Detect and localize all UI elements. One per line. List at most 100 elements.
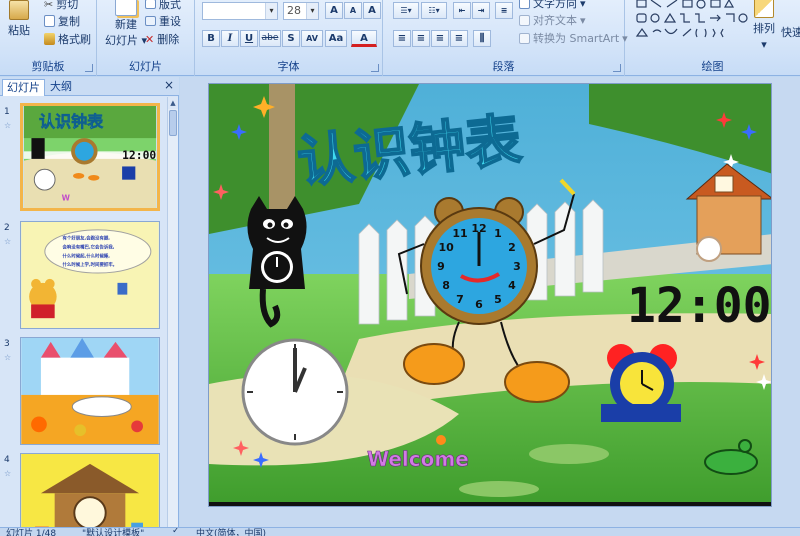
new-slide-icon — [115, 0, 138, 16]
underline-button[interactable]: U — [240, 30, 258, 47]
change-case-button[interactable]: Aa — [325, 30, 347, 47]
clock-number: 4 — [508, 279, 516, 292]
bullets-button[interactable]: ☰▾ — [393, 2, 419, 19]
status-slide-index: 幻灯片 1/48 — [6, 529, 57, 536]
animation-star-icon: ☆ — [4, 469, 12, 478]
thumb-1-title: 认识钟表 — [39, 112, 104, 131]
paragraph-group: ☰▾ ☷▾ ⇤ ⇥ ≡ 文字方向 ▾ 对齐文本 ▾ 转换为 SmartArt ▾… — [383, 0, 628, 76]
clock-number: 10 — [438, 241, 454, 254]
align-right-button[interactable]: ≡ — [431, 30, 449, 47]
drawing-group: 排列 ▾ 快速 绘图 — [625, 0, 800, 76]
delete-icon: ✕ — [145, 32, 155, 46]
welcome-text[interactable]: Welcome — [367, 447, 469, 472]
new-slide-button[interactable]: 新建 幻灯片 ▾ — [105, 0, 147, 48]
thumbnail-slide-2[interactable]: 有个好朋友,会跑没有脚, 会响没有嘴巴,它会告诉我, 什么时候起,什么时候睡, … — [20, 221, 160, 329]
thumb-number: 4 — [4, 455, 10, 465]
arrange-icon — [754, 0, 774, 18]
arrange-button[interactable]: 排列 ▾ — [753, 0, 775, 51]
text-direction-icon — [519, 0, 530, 9]
reset-icon — [145, 16, 156, 26]
drawing-label: 绘图 — [701, 60, 724, 73]
align-left-button[interactable]: ≡ — [393, 30, 411, 47]
columns-button[interactable]: ⫼ — [473, 30, 491, 47]
svg-text:W: W — [62, 193, 71, 202]
layout-button[interactable]: 版式 — [145, 0, 181, 12]
close-icon[interactable]: × — [164, 78, 174, 92]
font-color-button[interactable]: A — [351, 30, 377, 47]
smartart-icon — [519, 32, 530, 44]
thumbnail-list: 1 ☆ 认识钟表 12:00 W 2 ☆ 有个好朋友,会跑没有脚, 会响没有嘴巴… — [0, 97, 168, 527]
mound — [459, 481, 539, 497]
status-theme[interactable]: "默认设计模板" — [82, 528, 144, 536]
clipboard-label: 剪贴板 — [31, 60, 65, 73]
text-direction-button[interactable]: 文字方向 ▾ — [519, 0, 586, 11]
scroll-thumb[interactable] — [169, 110, 177, 136]
justify-button[interactable]: ≡ — [450, 30, 468, 47]
paragraph-label: 段落 — [492, 60, 515, 73]
increase-indent-button[interactable]: ⇥ — [472, 2, 490, 19]
digital-time[interactable]: 12:00 — [627, 278, 772, 334]
scissors-icon: ✂ — [44, 0, 54, 11]
thumbnail-4-image — [21, 454, 159, 527]
thumbnail-slide-1[interactable]: 认识钟表 12:00 W — [20, 103, 160, 211]
char-spacing-button[interactable]: AV — [301, 30, 323, 47]
analog-clock — [241, 338, 349, 446]
clock-number: 3 — [513, 260, 521, 273]
font-label: 字体 — [277, 60, 300, 73]
convert-smartart-button[interactable]: 转换为 SmartArt ▾ — [519, 30, 628, 46]
strikethrough-button[interactable]: abe — [259, 30, 281, 47]
shrink-font-button[interactable]: A — [344, 2, 362, 19]
line-spacing-button[interactable]: ≡ — [495, 2, 513, 19]
scroll-up-icon[interactable]: ▲ — [168, 97, 178, 109]
thumbnail-scrollbar[interactable]: ▲ — [167, 97, 178, 527]
ribbon: 粘贴 ✂ 剪切 复制 格式刷 剪贴板 新建 幻灯片 ▾ 版式 重设 ✕ 删除 幻灯片 — [0, 0, 800, 76]
italic-button[interactable]: I — [221, 30, 239, 47]
status-language[interactable]: 中文(简体，中国) — [196, 528, 266, 536]
reset-button[interactable]: 重设 — [145, 13, 181, 29]
quick-styles-button[interactable]: 快速 — [781, 24, 800, 40]
thumb-number: 3 — [4, 339, 10, 349]
slides-label: 幻灯片 — [129, 60, 162, 73]
spellcheck-icon[interactable]: ✓ — [172, 528, 180, 536]
clock-number: 7 — [456, 293, 464, 306]
slide-artwork: 认识钟表 12 1234567891011 12:00 Welcome — [209, 84, 772, 506]
thumbnail-slide-4[interactable] — [20, 453, 160, 527]
clock-number: 2 — [508, 241, 516, 254]
thumbnail-slide-3[interactable] — [20, 337, 160, 445]
clipboard-launcher[interactable] — [85, 64, 93, 72]
panel-tabs: 幻灯片 大纲 × — [0, 77, 179, 96]
numbering-button[interactable]: ☷▾ — [421, 2, 447, 19]
slide-bottom-edge — [209, 502, 771, 506]
flower — [436, 435, 446, 445]
clock-number: 1 — [494, 227, 502, 240]
thumbnail-3-image — [21, 338, 159, 444]
slide-canvas[interactable]: 认识钟表 12 1 2 3 4 5 6 7 8 9 10 11 12:00 We… — [208, 83, 772, 507]
format-painter-button[interactable]: 格式刷 — [44, 31, 91, 47]
paste-icon — [9, 0, 29, 20]
paste-button[interactable]: 粘贴 — [8, 0, 30, 38]
copy-button[interactable]: 复制 — [44, 13, 80, 29]
animation-star-icon: ☆ — [4, 353, 12, 362]
align-text-button[interactable]: 对齐文本 ▾ — [519, 12, 586, 28]
bold-button[interactable]: B — [202, 30, 220, 47]
clear-format-button[interactable]: A — [363, 2, 381, 19]
decrease-indent-button[interactable]: ⇤ — [453, 2, 471, 19]
tab-outline[interactable]: 大纲 — [46, 79, 76, 96]
align-center-button[interactable]: ≡ — [412, 30, 430, 47]
font-group: ▾ 28 ▾ A A A B I U abe S AV Aa A 字体 — [195, 0, 383, 76]
cut-button[interactable]: ✂ 剪切 — [44, 0, 78, 12]
clock-number: 9 — [437, 260, 445, 273]
font-size-combo[interactable]: 28 ▾ — [283, 2, 319, 20]
tab-slides[interactable]: 幻灯片 — [2, 79, 45, 96]
clock-number: 8 — [442, 279, 450, 292]
grow-font-button[interactable]: A — [325, 2, 343, 19]
font-launcher[interactable] — [371, 64, 379, 72]
font-name-combo[interactable]: ▾ — [202, 2, 278, 20]
brush-icon — [44, 33, 55, 45]
alarm-clock — [601, 344, 681, 422]
shadow-button[interactable]: S — [282, 30, 300, 47]
thumbnail-2-image: 有个好朋友,会跑没有脚, 会响没有嘴巴,它会告诉我, 什么时候起,什么时候睡, … — [21, 222, 159, 328]
shapes-gallery[interactable] — [635, 0, 751, 44]
delete-slide-button[interactable]: ✕ 删除 — [145, 31, 179, 47]
paragraph-launcher[interactable] — [613, 64, 621, 72]
